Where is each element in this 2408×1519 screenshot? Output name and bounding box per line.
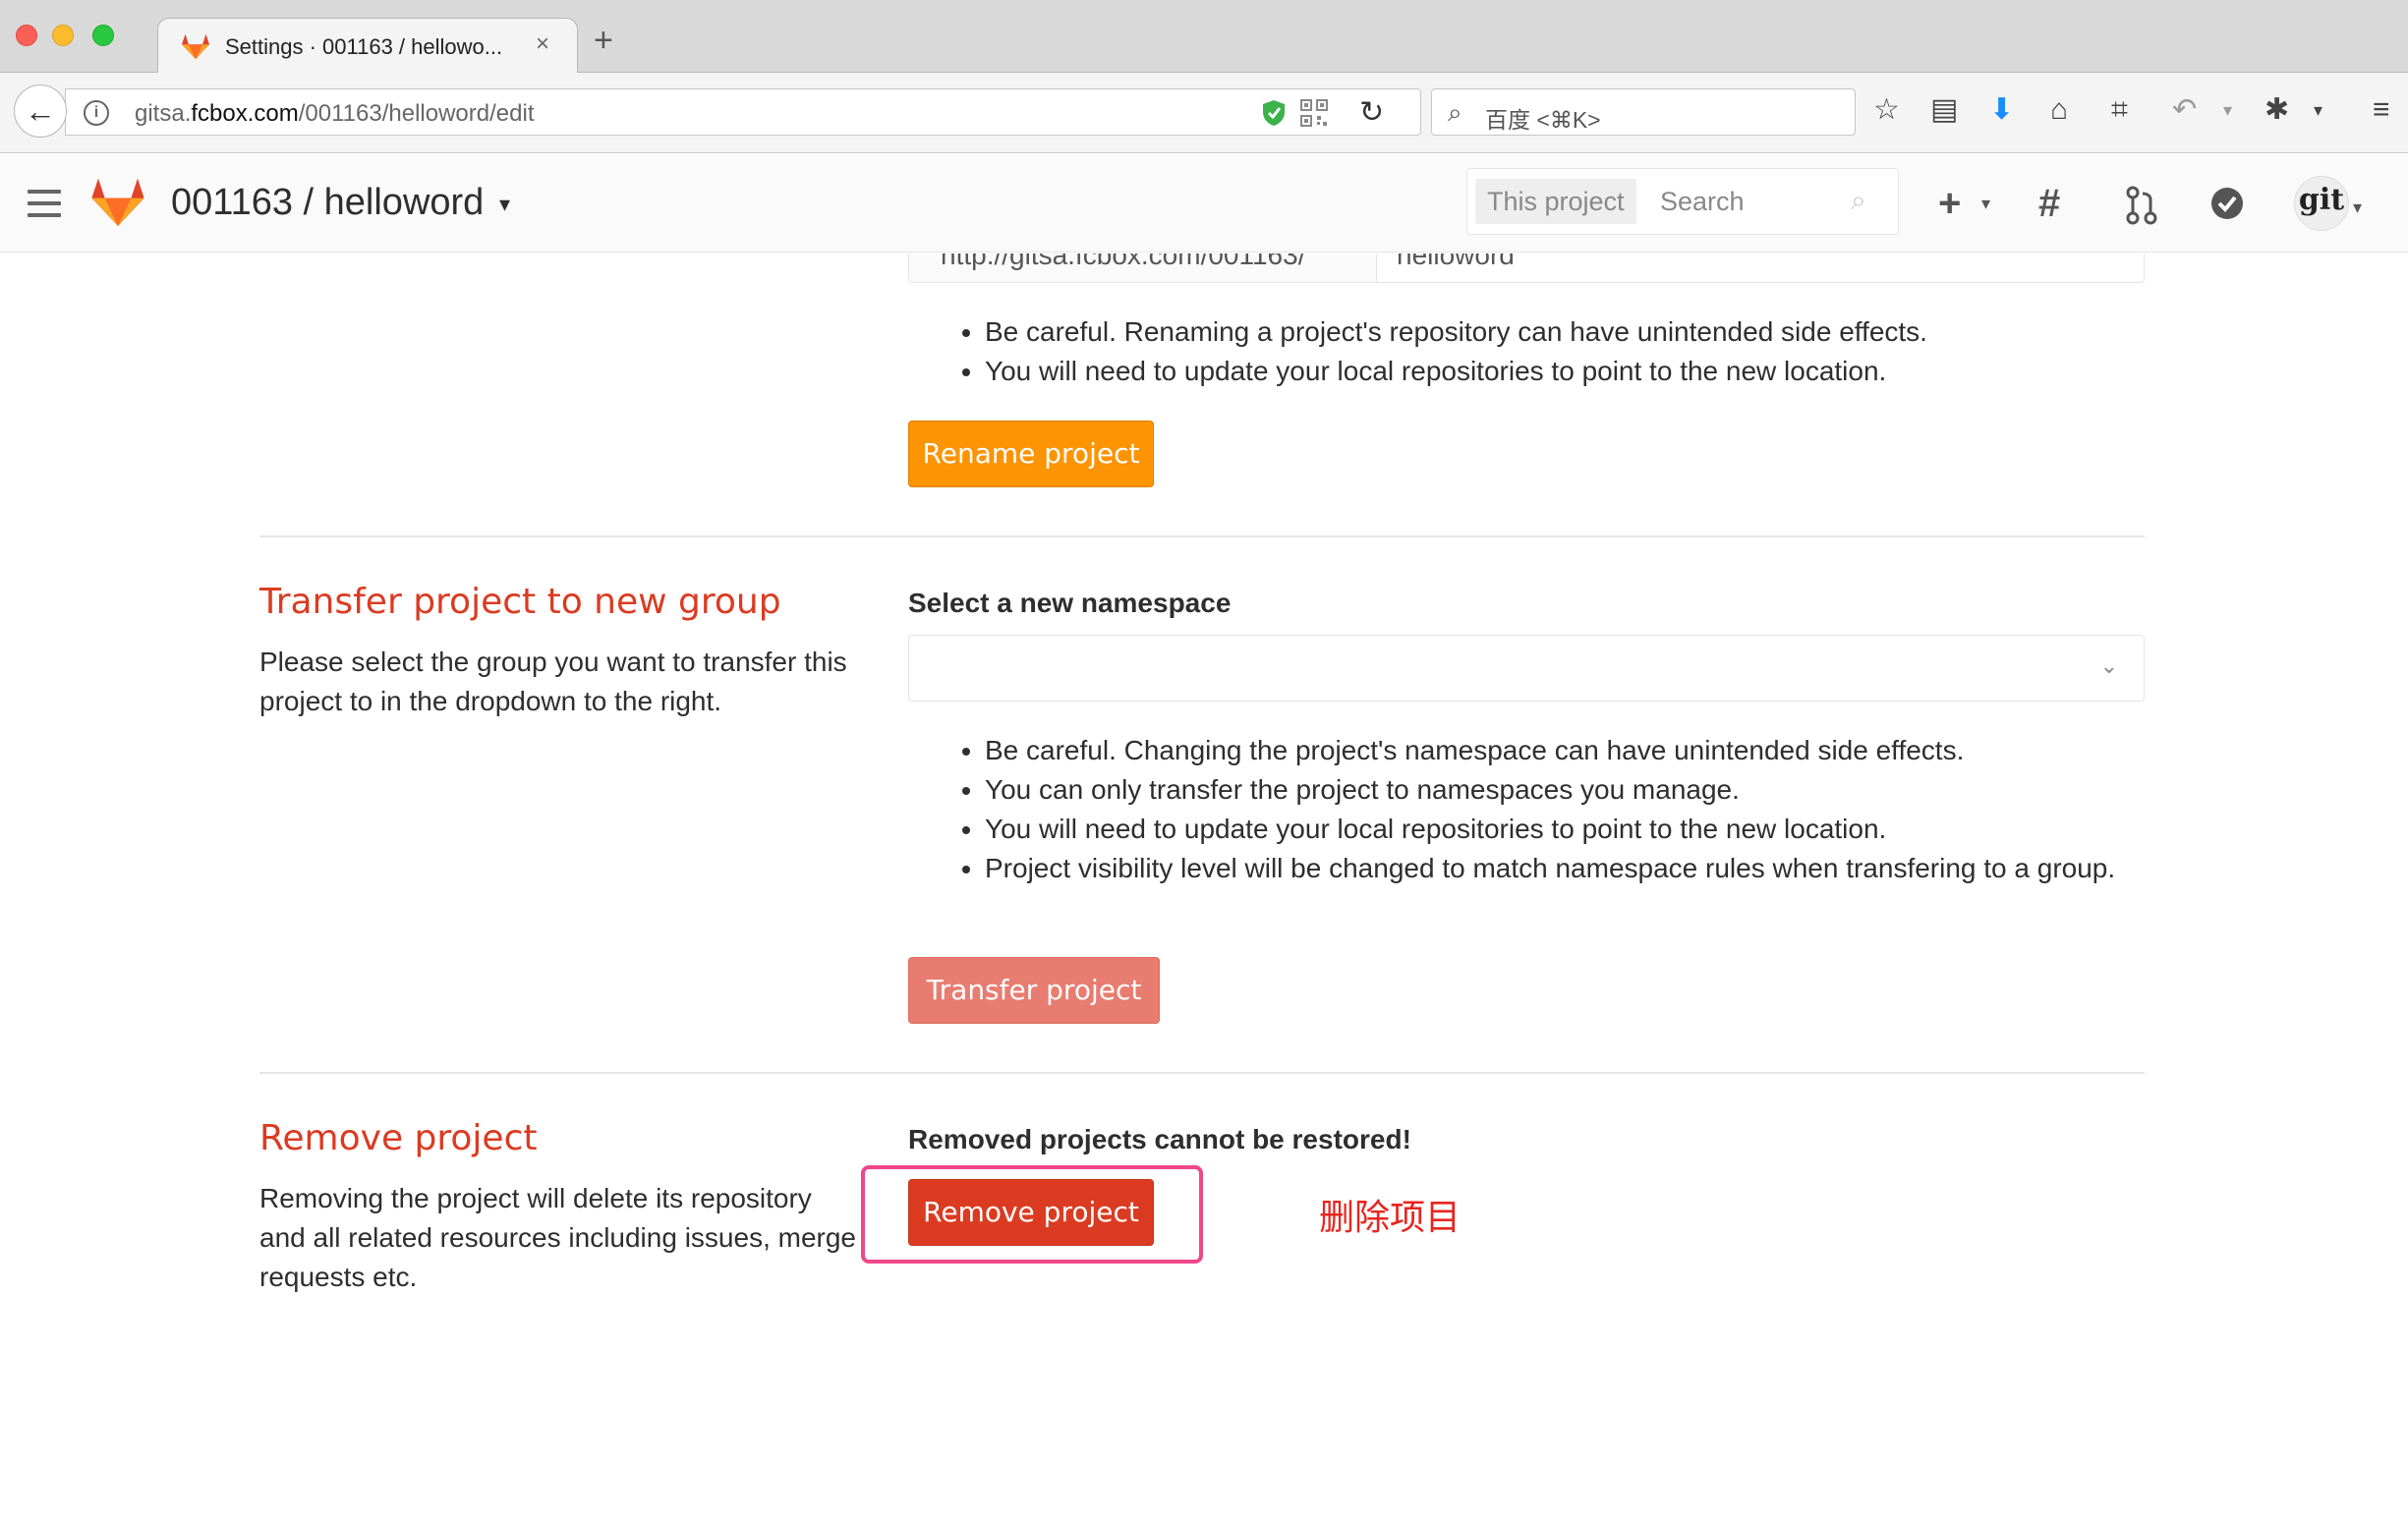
extension-dropdown-icon[interactable]: ▾ [2314,92,2322,128]
bookmark-star-icon[interactable]: ☆ [1873,92,1900,128]
tab-title: Settings · 001163 / hellowo... [225,34,503,59]
todo-check-icon[interactable] [2209,186,2245,221]
project-search-input[interactable]: This project Search ⌕ [1466,168,1899,235]
path-value[interactable]: helloword [1397,253,1515,271]
crop-icon[interactable]: ⌗ [2111,92,2128,128]
divider [259,535,2145,537]
site-info-icon[interactable]: i [84,100,109,126]
avatar[interactable]: git [2294,176,2349,231]
transfer-section-title: Transfer project to new group [259,582,781,622]
namespace-label: Select a new namespace [908,588,1232,618]
list-item: You will need to update your local repos… [985,352,1927,391]
gitlab-header: 001163 / helloword ▾ This project Search… [0,154,2408,253]
sidebar-toggle-icon[interactable] [28,190,61,217]
arrow-left-icon: ← [25,92,56,129]
browser-search-placeholder: 百度 <⌘K> [1485,107,1601,133]
list-item: Be careful. Changing the project's names… [985,731,2162,770]
menu-icon[interactable]: ≡ [2373,92,2390,128]
search-scope-badge[interactable]: This project [1475,179,1636,224]
back-button[interactable]: ← [14,84,67,138]
window-minimize-button[interactable] [52,25,74,46]
user-dropdown-icon[interactable]: ▾ [2353,184,2362,231]
search-icon: ⌕ [1448,97,1462,127]
window-close-button[interactable] [16,25,37,46]
rename-notes: Be careful. Renaming a project's reposit… [963,312,1927,391]
new-dropdown-icon[interactable]: ▾ [1981,180,1990,227]
shield-icon[interactable] [1261,99,1287,127]
reading-list-icon[interactable]: ▤ [1930,92,1958,128]
list-item: You can only transfer the project to nam… [985,770,2162,810]
url-text[interactable]: gitsa.fcbox.com/001163/helloword/edit [135,100,534,128]
browser-search-bar[interactable]: ⌕ 百度 <⌘K> [1431,88,1856,136]
remove-warning: Removed projects cannot be restored! [908,1124,1411,1154]
chevron-down-icon[interactable]: ▾ [499,192,510,217]
extension-icon[interactable]: ✱ [2265,92,2289,128]
address-bar[interactable]: i gitsa.fcbox.com/001163/helloword/edit … [65,88,1421,136]
list-item: You will need to update your local repos… [985,810,2162,849]
tab-close-icon[interactable]: × [536,30,549,58]
browser-tab[interactable]: Settings · 001163 / hellowo... × [157,18,578,74]
hashtag-icon[interactable]: # [2038,180,2060,227]
annotation-label: 删除项目 [1319,1197,1462,1237]
new-tab-button[interactable]: + [594,24,613,57]
settings-content: http://gitsa.fcbox.com/001163/ helloword… [0,253,2408,1519]
transfer-notes: Be careful. Changing the project's names… [963,731,2162,888]
transfer-section-description: Please select the group you want to tran… [259,647,847,716]
undo-dropdown-icon[interactable]: ▾ [2223,92,2232,128]
plus-icon[interactable]: + [1938,180,1961,227]
list-item: Project visibility level will be changed… [985,849,2162,888]
gitlab-favicon-icon [182,33,209,60]
download-icon[interactable]: ⬇ [1989,92,2014,128]
undo-icon[interactable]: ↶ [2172,92,2197,128]
list-item: Be careful. Renaming a project's reposit… [985,312,1927,352]
chevron-down-icon: ⌄ [2099,653,2118,678]
qr-code-icon[interactable] [1300,99,1328,127]
browser-nav-bar: i gitsa.fcbox.com/001163/helloword/edit … [0,73,2408,153]
transfer-project-button[interactable]: Transfer project [908,957,1160,1024]
divider [259,1072,2145,1074]
project-title[interactable]: 001163 / helloword [171,182,484,224]
reload-icon[interactable]: ↻ [1359,95,1384,130]
browser-tab-bar: Settings · 001163 / hellowo... × + [0,0,2408,74]
merge-request-icon[interactable] [2125,186,2158,225]
gitlab-logo-icon[interactable] [88,174,147,229]
search-icon: ⌕ [1851,185,1866,215]
search-placeholder: Search [1660,187,1745,216]
path-prefix: http://gitsa.fcbox.com/001163/ [909,253,1377,282]
namespace-select[interactable]: ⌄ [908,635,2145,702]
remove-section-title: Remove project [259,1118,538,1158]
remove-section-description: Removing the project will delete its rep… [259,1183,856,1292]
project-path-input[interactable]: http://gitsa.fcbox.com/001163/ helloword [908,253,2145,283]
window-zoom-button[interactable] [92,25,114,46]
remove-project-button[interactable]: Remove project [908,1179,1154,1246]
home-icon[interactable]: ⌂ [2050,92,2068,128]
rename-project-button[interactable]: Rename project [908,421,1154,487]
